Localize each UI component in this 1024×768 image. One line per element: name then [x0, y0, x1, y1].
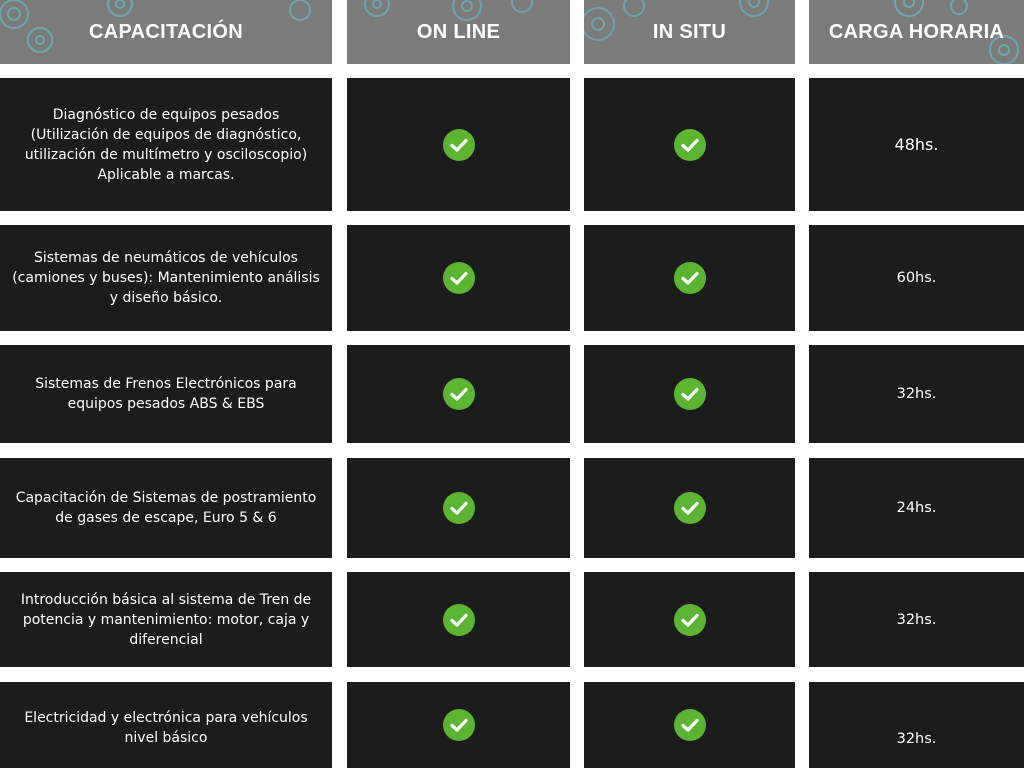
table-row-3-online [347, 345, 570, 443]
check-circle-icon [673, 709, 706, 741]
table-row-1-course: Diagnóstico de equipos pesados (Utilizac… [0, 78, 332, 211]
header-carga-horaria-label: CARGA HORARIA [828, 20, 1005, 43]
table-row-4-insitu [584, 458, 795, 558]
check-circle-icon [673, 492, 706, 524]
table-row-3-course: Sistemas de Frenos Electrónicos para equ… [0, 345, 332, 443]
check-circle-icon [442, 262, 475, 294]
table-row-2-insitu [584, 225, 795, 331]
header-capacitacion: CAPACITACIÓN [0, 0, 332, 64]
table-row-5-hours: 32hs. [809, 572, 1024, 667]
table-row-5-online [347, 572, 570, 667]
check-circle-icon [442, 603, 475, 636]
check-circle-icon [673, 262, 706, 294]
table-row-6-insitu [584, 682, 795, 768]
header-online: ON LINE [347, 0, 570, 64]
header-insitu: IN SITU [584, 0, 795, 64]
header-capacitacion-label: CAPACITACIÓN [89, 20, 243, 43]
table-row-4-online [347, 458, 570, 558]
table-row-5-course: Introducción básica al sistema de Tren d… [0, 572, 332, 667]
table-row-2-course: Sistemas de neumáticos de vehículos (cam… [0, 225, 332, 331]
table-row-3-insitu [584, 345, 795, 443]
check-circle-icon [442, 378, 475, 410]
table-row-6-hours: 32hs. [809, 682, 1024, 768]
table-row-1-hours: 48hs. [809, 78, 1024, 211]
header-online-label: ON LINE [416, 20, 501, 43]
header-insitu-label: IN SITU [652, 20, 727, 43]
table-row-2-online [347, 225, 570, 331]
header-carga-horaria: CARGA HORARIA [809, 0, 1024, 64]
table-row-1-online [347, 78, 570, 211]
check-circle-icon [442, 709, 475, 741]
check-circle-icon [442, 492, 475, 524]
table-row-6-course: Electricidad y electrónica para vehículo… [0, 682, 332, 768]
table-row-5-insitu [584, 572, 795, 667]
table-row-3-hours: 32hs. [809, 345, 1024, 443]
check-circle-icon [673, 128, 706, 161]
table-row-6-online [347, 682, 570, 768]
check-circle-icon [673, 378, 706, 410]
table-row-2-hours: 60hs. [809, 225, 1024, 331]
table-row-1-insitu [584, 78, 795, 211]
check-circle-icon [442, 128, 475, 161]
table-row-4-course: Capacitación de Sistemas de postramiento… [0, 458, 332, 558]
check-circle-icon [673, 603, 706, 636]
table-row-4-hours: 24hs. [809, 458, 1024, 558]
